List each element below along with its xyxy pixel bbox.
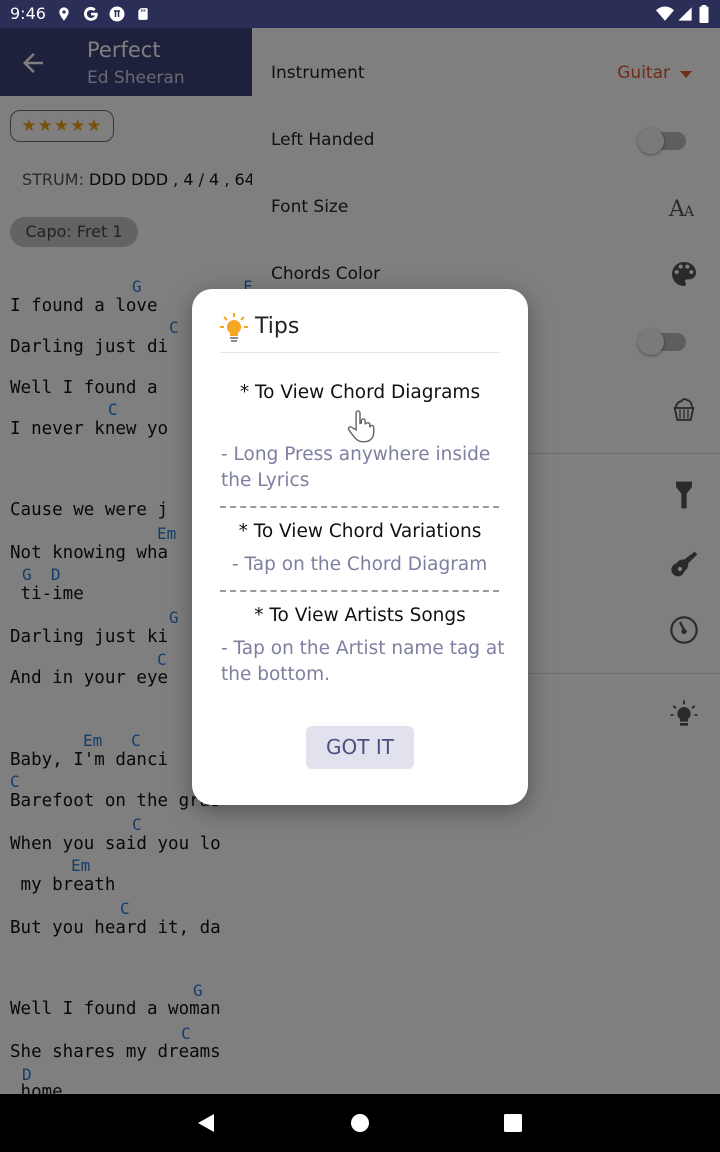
battery-icon (699, 5, 709, 23)
tip-artist-songs-heading: * To View Artists Songs (254, 605, 466, 626)
google-icon (83, 6, 98, 21)
tips-separator (220, 352, 499, 353)
location-icon (59, 7, 69, 21)
hand-pointer-icon (347, 410, 375, 443)
signal-icon (678, 7, 692, 21)
nav-back-icon[interactable] (196, 1113, 216, 1133)
nav-recents-icon[interactable] (504, 1114, 522, 1132)
status-bar: 9:46 (0, 0, 720, 28)
nav-home-icon[interactable] (350, 1113, 370, 1133)
tips-dashed-divider (220, 590, 499, 592)
status-time: 9:46 (10, 4, 46, 23)
tips-dialog: Tips * To View Chord Diagrams - Long Pre… (192, 289, 528, 805)
tip-chord-diagrams-heading: * To View Chord Diagrams (239, 382, 481, 403)
got-it-button[interactable]: GOT IT (306, 726, 414, 769)
tip-artist-songs-text: - Tap on the Artist name tag at the bott… (221, 638, 505, 685)
wifi-icon (656, 6, 674, 21)
tip-chord-variations-text: - Tap on the Chord Diagram (232, 554, 488, 575)
tips-title: Tips (255, 314, 300, 339)
sd-card-icon (138, 8, 148, 20)
tips-dashed-divider (220, 506, 499, 508)
lightbulb-icon (220, 313, 248, 342)
navigation-bar (0, 1094, 720, 1152)
tip-chord-variations-heading: * To View Chord Variations (238, 521, 482, 542)
tip-chord-diagrams-text: - Long Press anywhere inside the Lyrics (221, 444, 491, 491)
pi-icon (109, 6, 125, 22)
